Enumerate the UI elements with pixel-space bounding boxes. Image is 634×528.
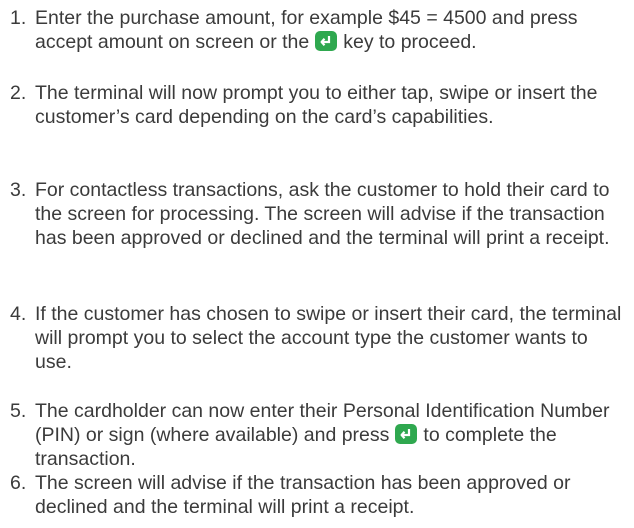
step-text: Enter the purchase amount, for example $… bbox=[35, 6, 625, 54]
step-number: 3. bbox=[10, 179, 27, 201]
step-text-part: Enter the purchase amount, for example $… bbox=[35, 7, 578, 53]
step-2: 2. The terminal will now prompt you to e… bbox=[0, 81, 634, 129]
step-1: 1. Enter the purchase amount, for exampl… bbox=[0, 6, 634, 54]
enter-key-icon bbox=[315, 31, 338, 51]
step-number: 2. bbox=[10, 82, 27, 104]
step-text-part: key to proceed. bbox=[343, 31, 477, 53]
step-3: 3. For contactless transactions, ask the… bbox=[0, 178, 634, 250]
step-number: 1. bbox=[10, 7, 27, 29]
step-4: 4. If the customer has chosen to swipe o… bbox=[0, 302, 634, 374]
step-number: 5. bbox=[10, 400, 27, 422]
step-number: 4. bbox=[10, 303, 27, 325]
step-number: 6. bbox=[10, 472, 27, 494]
step-text: The terminal will now prompt you to eith… bbox=[35, 82, 598, 128]
step-text: If the customer has chosen to swipe or i… bbox=[35, 303, 622, 373]
step-text: The cardholder can now enter their Perso… bbox=[35, 399, 625, 471]
step-text: For contactless transactions, ask the cu… bbox=[35, 179, 610, 249]
step-text: The screen will advise if the transactio… bbox=[35, 472, 571, 518]
step-6: 6. The screen will advise if the transac… bbox=[0, 471, 634, 519]
enter-key-icon bbox=[395, 424, 418, 444]
step-5: 5. The cardholder can now enter their Pe… bbox=[0, 399, 634, 471]
